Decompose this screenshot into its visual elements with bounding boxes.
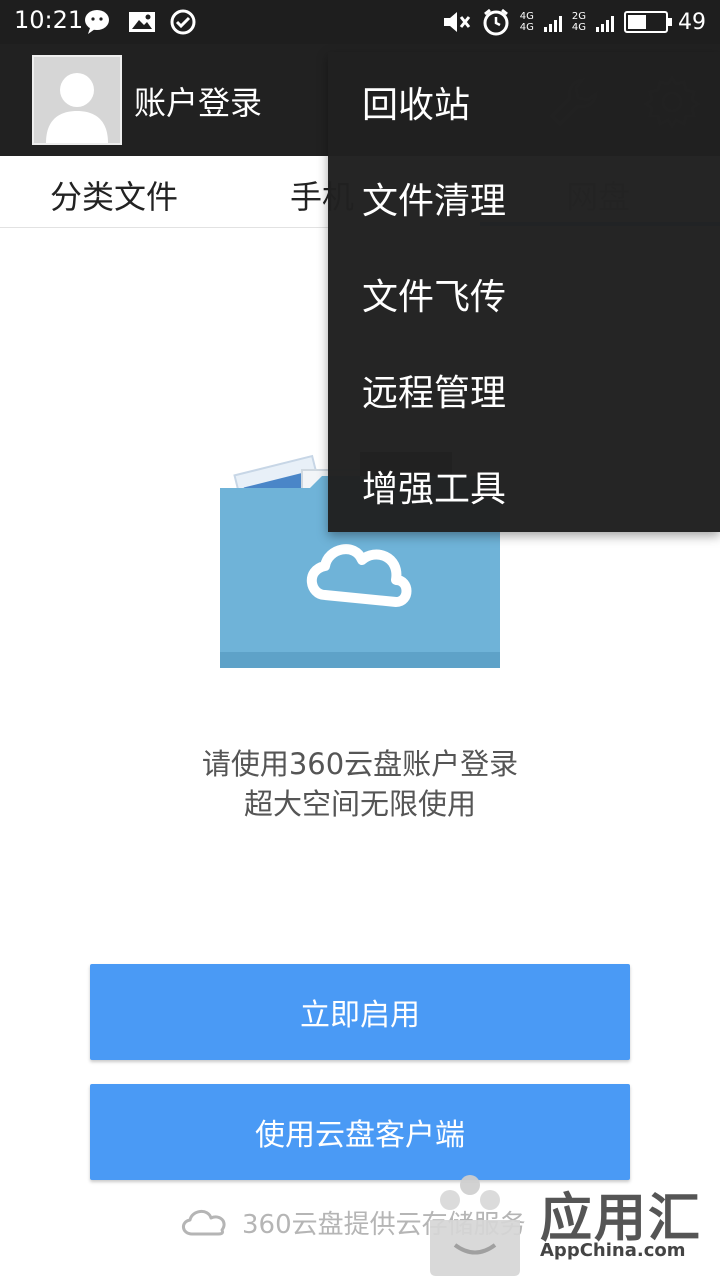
status-bar: 10:21 4G 4G 2G 4G 49 [0, 0, 720, 44]
status-time: 10:21 [14, 6, 84, 34]
enable-now-button[interactable]: 立即启用 [90, 964, 630, 1060]
battery-icon [624, 11, 672, 33]
image-notification-icon [129, 12, 155, 32]
menu-item-recycle-bin[interactable]: 回收站 [362, 76, 470, 128]
status-right: 4G 4G 2G 4G 49 [442, 6, 706, 38]
user-placeholder-icon [46, 73, 108, 143]
signal-bars-icon [543, 12, 562, 32]
battery-level: 49 [678, 9, 706, 35]
cloud-logo-icon [182, 1210, 226, 1236]
overflow-menu: 回收站 文件清理 文件飞传 远程管理 增强工具 [328, 52, 720, 532]
network-type-bottom-2: 4G [571, 22, 586, 33]
login-prompt: 请使用360云盘账户登录 超大空间无限使用 [0, 744, 720, 824]
network-type-2: 2G 4G [572, 11, 586, 33]
menu-item-enhanced-tools[interactable]: 增强工具 [362, 460, 506, 512]
alarm-icon [483, 8, 509, 36]
network-type: 4G 4G [520, 11, 534, 33]
tab-categories[interactable]: 分类文件 [50, 172, 178, 218]
network-type-top-2: 2G [571, 11, 586, 22]
account-login-label[interactable]: 账户登录 [134, 78, 262, 124]
avatar[interactable] [32, 55, 122, 145]
menu-item-file-cleanup[interactable]: 文件清理 [362, 172, 506, 224]
menu-item-file-transfer[interactable]: 文件飞传 [362, 268, 506, 320]
notification-icons [84, 8, 196, 36]
mute-icon [443, 12, 470, 32]
network-type-top: 4G [519, 11, 534, 22]
network-type-bottom: 4G [519, 22, 534, 33]
watermark-url: AppChina.com [540, 1240, 686, 1261]
prompt-line-2: 超大空间无限使用 [243, 787, 476, 821]
wechat-icon [85, 10, 109, 34]
screen: 10:21 4G 4G 2G 4G 49 账户登录 分类文件 手机 请使用360… [0, 0, 720, 1280]
check-circle-icon [170, 9, 196, 35]
battery-fill [628, 15, 646, 29]
menu-item-remote-management[interactable]: 远程管理 [362, 364, 506, 416]
prompt-line-1: 请使用360云盘账户登录 [201, 747, 519, 781]
signal-bars-2-icon [596, 12, 614, 32]
